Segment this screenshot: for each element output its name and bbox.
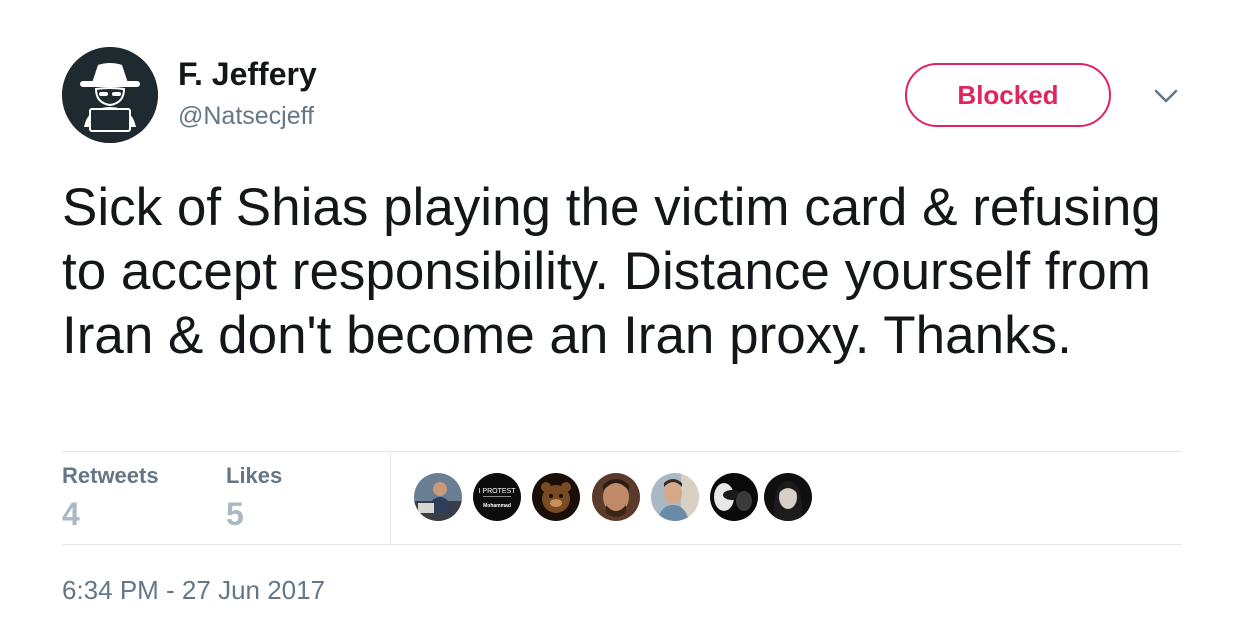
likes-label: Likes bbox=[226, 463, 283, 488]
liker-avatar-7[interactable] bbox=[764, 473, 812, 521]
liker-avatar-2[interactable]: I PROTEST Mohammad bbox=[473, 473, 521, 521]
stats-bottom-divider bbox=[62, 544, 1182, 545]
liker-avatar-1[interactable] bbox=[414, 473, 462, 521]
chevron-down-icon bbox=[1154, 89, 1178, 103]
likes-count: 5 bbox=[226, 496, 244, 532]
tweet-text: Sick of Shias playing the victim card & … bbox=[62, 178, 1161, 365]
stats-top-divider bbox=[62, 451, 1182, 452]
stats-separator bbox=[390, 452, 391, 544]
tweet-timestamp[interactable]: 6:34 PM - 27 Jun 2017 bbox=[62, 573, 325, 607]
liker-avatar-3[interactable] bbox=[532, 473, 580, 521]
retweets-count: 4 bbox=[62, 496, 80, 532]
liker-avatar-5[interactable] bbox=[651, 473, 699, 521]
retweets-label: Retweets bbox=[62, 463, 159, 488]
likes-stat[interactable]: Likes 5 bbox=[226, 462, 282, 534]
author-display-name[interactable]: F. Jeffery bbox=[178, 54, 317, 94]
liker-avatar-4[interactable] bbox=[592, 473, 640, 521]
liker-avatar-2-text-top: I PROTEST bbox=[479, 488, 517, 495]
liker-avatar-2-text-bottom: Mohammad bbox=[483, 503, 511, 509]
blocked-button[interactable]: Blocked bbox=[905, 63, 1111, 127]
liker-avatar-6[interactable] bbox=[710, 473, 758, 521]
retweets-stat[interactable]: Retweets 4 bbox=[62, 462, 159, 534]
hacker-hat-icon bbox=[62, 47, 158, 143]
author-handle[interactable]: @Natsecjeff bbox=[178, 100, 314, 132]
tweet-menu-button[interactable] bbox=[1152, 86, 1180, 106]
author-avatar[interactable] bbox=[62, 47, 158, 143]
